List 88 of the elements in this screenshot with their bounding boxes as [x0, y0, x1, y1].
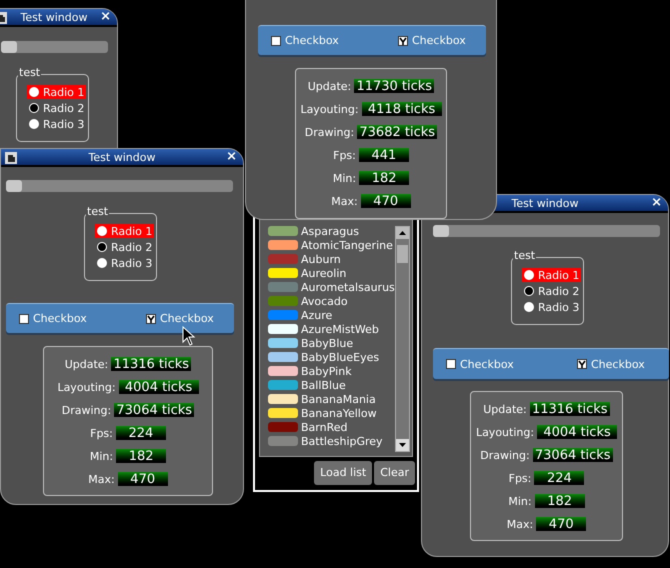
window-title: Test window [512, 198, 578, 208]
scrollbar-thumb[interactable] [397, 245, 408, 263]
stat-label: Max: [331, 196, 358, 206]
radio-button[interactable]: Radio 2 [522, 284, 582, 298]
checkbox[interactable]: Checkbox [271, 35, 339, 46]
radio-button[interactable]: Radio 2 [27, 101, 86, 115]
stat-label: Drawing: [62, 404, 112, 416]
stat-value: 11316 ticks [111, 357, 192, 371]
close-button[interactable]: × [651, 196, 662, 209]
close-button[interactable]: × [100, 10, 111, 23]
window-title: Test window [88, 152, 156, 162]
stat-label: Drawing: [304, 126, 354, 138]
stat-value: 4118 ticks [362, 102, 442, 116]
radio-button[interactable]: Radio 1 [27, 85, 86, 99]
window-title: Test window [20, 12, 88, 22]
stat-value: 441 [358, 148, 409, 162]
slider-thumb[interactable] [433, 225, 449, 237]
stat-value: 4004 ticks [118, 380, 199, 394]
stat-label: Layouting: [57, 382, 116, 392]
list-item[interactable]: Aureolin [268, 266, 395, 280]
list-item[interactable]: BarnRed [268, 420, 395, 434]
list-item[interactable]: Asparagus [268, 224, 395, 238]
stat-label: Fps: [333, 150, 356, 160]
stat-value: 11316 ticks [530, 402, 610, 416]
group-label: test [513, 250, 536, 261]
group-label: test [86, 206, 110, 217]
checkbox[interactable]: Checkbox [146, 313, 214, 324]
group-label: test [18, 67, 42, 78]
radio-button[interactable]: Radio 1 [522, 268, 582, 282]
stat-value: 4004 ticks [537, 425, 618, 439]
stat-value: 224 [534, 471, 584, 485]
checkbox[interactable]: Checkbox [577, 358, 645, 370]
stat-label: Fps: [90, 428, 113, 438]
stat-value: 73064 ticks [114, 403, 194, 417]
stat-label: Layouting: [476, 426, 534, 438]
stat-value: 224 [116, 426, 166, 440]
list-item[interactable]: Aurometalsaurus [268, 280, 395, 294]
slider[interactable] [433, 225, 660, 237]
radio-button[interactable]: Radio 3 [27, 117, 86, 131]
stat-label: Layouting: [300, 104, 359, 114]
list-item[interactable]: AzureMistWeb [268, 322, 395, 336]
stat-value: 470 [536, 517, 586, 531]
stat-label: Update: [483, 404, 527, 414]
list-item[interactable]: Azure [268, 308, 395, 322]
checkbox[interactable]: Checkbox [446, 358, 514, 370]
stat-label: Min: [90, 450, 114, 462]
stat-label: Update: [308, 80, 352, 92]
stat-value: 73064 ticks [532, 448, 613, 462]
list-item[interactable]: BallBlue [268, 378, 395, 392]
stat-label: Max: [506, 518, 534, 530]
scrollbar[interactable] [395, 226, 410, 452]
slider-thumb[interactable] [6, 180, 22, 192]
stat-value: 182 [534, 494, 585, 508]
mouse-pointer-icon [182, 326, 196, 346]
close-button[interactable]: × [226, 150, 237, 163]
list-button[interactable]: Clear [374, 461, 415, 485]
stat-label: Update: [64, 358, 108, 370]
stat-value: 470 [360, 194, 411, 208]
stat-value: 11730 ticks [354, 79, 434, 93]
stat-label: Min: [332, 172, 356, 184]
list-item[interactable]: BananaMania [268, 392, 395, 406]
checkbox[interactable]: Checkbox [19, 313, 87, 324]
checkbox[interactable]: Checkbox [398, 35, 466, 46]
slider-thumb[interactable] [1, 41, 17, 53]
slider[interactable] [1, 41, 108, 53]
radio-button[interactable]: Radio 1 [95, 224, 154, 238]
radio-button[interactable]: Radio 2 [95, 240, 154, 254]
stat-value: 470 [118, 472, 168, 486]
stat-label: Min: [508, 496, 532, 506]
radio-button[interactable]: Radio 3 [95, 256, 154, 270]
list-item[interactable]: BabyBlueEyes [268, 350, 395, 364]
slider[interactable] [6, 180, 233, 192]
stat-label: Fps: [508, 472, 532, 484]
stat-label: Drawing: [480, 450, 530, 460]
stat-value: 182 [359, 171, 410, 185]
app-icon [5, 152, 17, 164]
list-item[interactable]: BananaYellow [268, 406, 395, 420]
list-item[interactable]: BabyPink [268, 364, 395, 378]
stat-value: 182 [116, 449, 166, 463]
list-button[interactable]: Load list [314, 461, 372, 485]
list-item[interactable]: BattleshipGrey [268, 434, 395, 448]
radio-button[interactable]: Radio 3 [522, 300, 582, 314]
list-item[interactable]: AtomicTangerine [268, 238, 395, 252]
list-item[interactable]: Auburn [268, 252, 395, 266]
stat-label: Max: [88, 474, 115, 484]
list-item[interactable]: Avocado [268, 294, 395, 308]
list-item[interactable]: BabyBlue [268, 336, 395, 350]
stat-value: 73682 ticks [357, 125, 438, 139]
